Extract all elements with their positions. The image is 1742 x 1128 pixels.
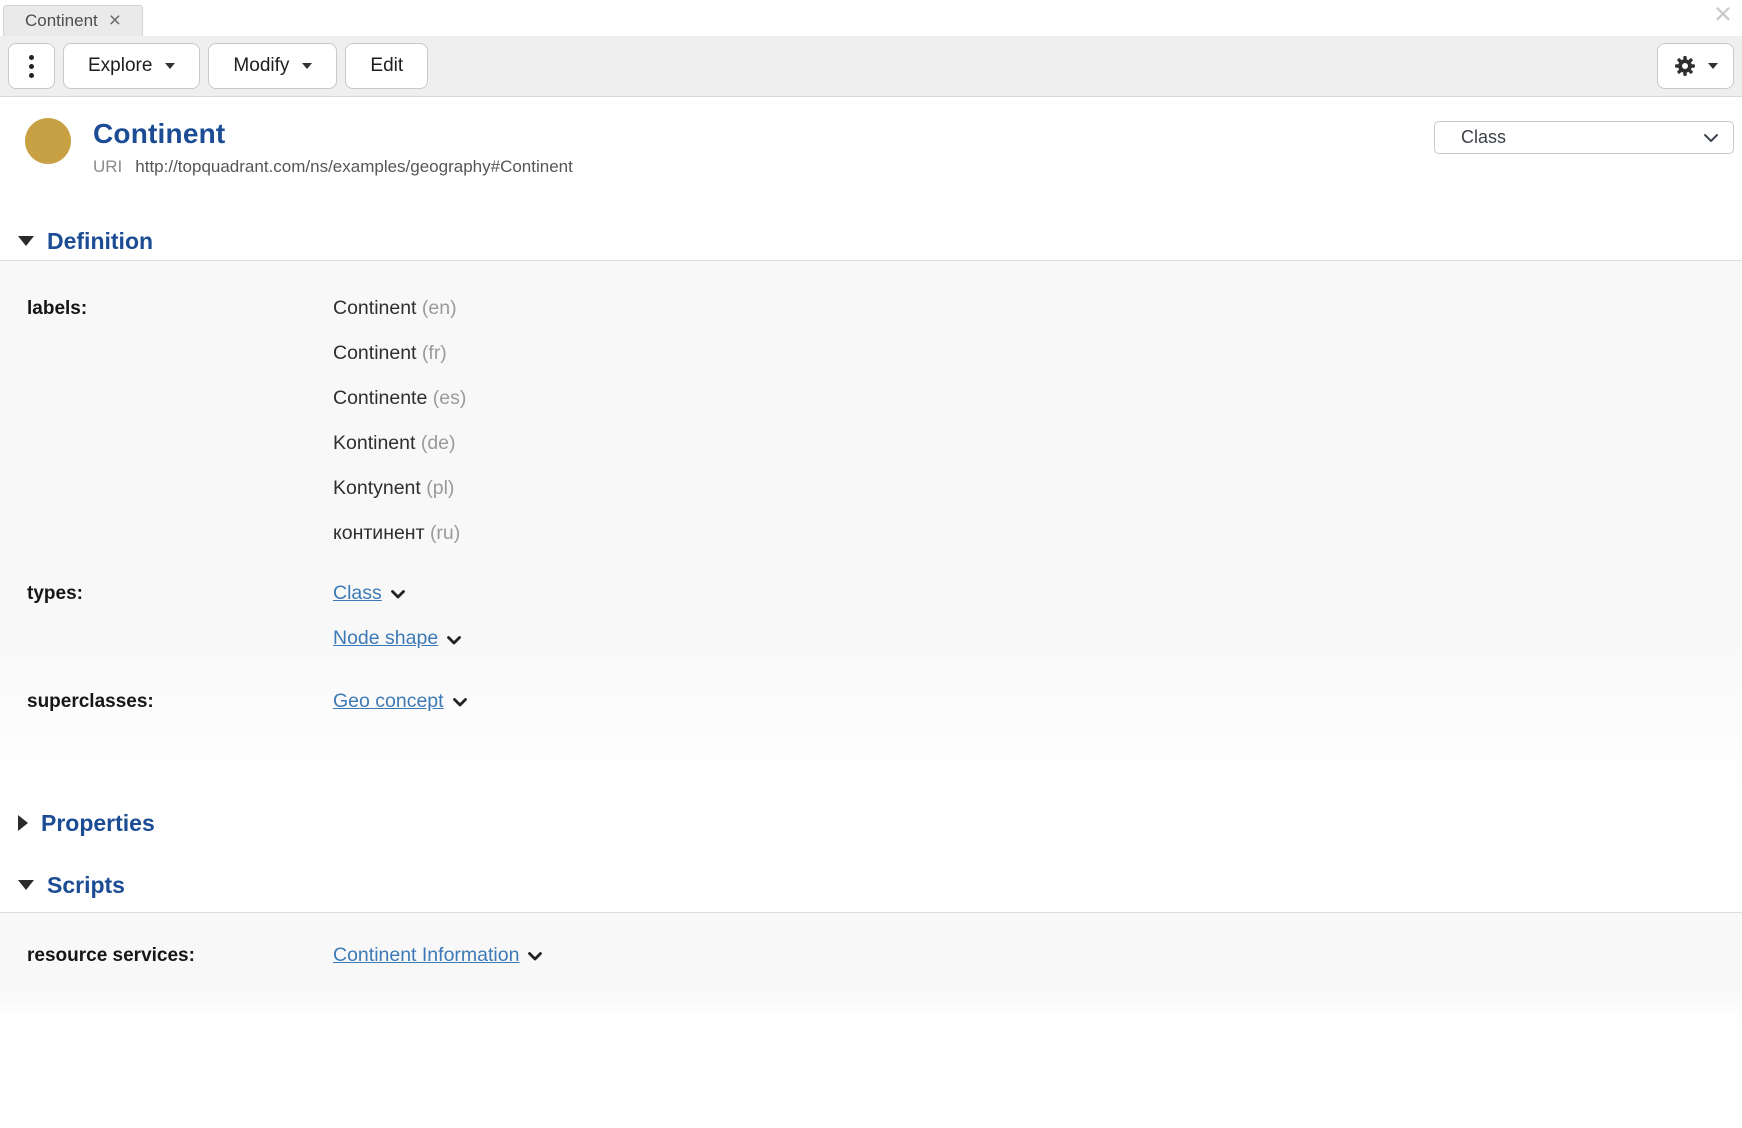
link-continent-information[interactable]: Continent Information <box>333 944 519 966</box>
uri-row: URI http://topquadrant.com/ns/examples/ge… <box>93 157 573 177</box>
page-title: Continent <box>93 118 573 150</box>
caret-down-icon <box>165 63 175 69</box>
section-header-properties[interactable]: Properties <box>0 804 1742 842</box>
chevron-down-icon[interactable] <box>447 617 461 662</box>
tab-close-icon[interactable]: × <box>109 10 121 31</box>
caret-down-icon <box>1708 63 1718 69</box>
field-row-types: types: Class Node shape <box>0 571 1742 662</box>
tab-bar: Continent × × <box>0 0 1742 36</box>
language-tag: (es) <box>433 387 467 409</box>
label-value: континент (ru) <box>333 511 1742 556</box>
explore-button[interactable]: Explore <box>63 43 200 89</box>
language-tag: (fr) <box>422 342 447 364</box>
edit-button[interactable]: Edit <box>345 43 428 89</box>
field-label: types: <box>27 571 333 616</box>
link-class[interactable]: Class <box>333 582 382 604</box>
language-tag: (de) <box>421 432 456 454</box>
kebab-menu-button[interactable] <box>8 43 55 89</box>
triangle-right-icon <box>18 815 28 831</box>
chevron-down-icon[interactable] <box>391 571 405 616</box>
language-tag: (ru) <box>430 522 460 544</box>
section-header-scripts[interactable]: Scripts <box>0 866 1742 904</box>
gear-icon <box>1673 54 1697 78</box>
section-body-scripts: resource services: Continent Information <box>0 912 1742 1022</box>
section-body-definition: labels: Continent (en) Continent (fr) Co… <box>0 260 1742 790</box>
window-close-icon[interactable]: × <box>1714 0 1732 28</box>
chevron-down-icon <box>1703 133 1719 143</box>
section-title-definition: Definition <box>47 228 153 255</box>
uri-value: http://topquadrant.com/ns/examples/geogr… <box>135 157 573 176</box>
resource-type-select[interactable]: Class <box>1434 121 1734 154</box>
language-tag: (en) <box>422 297 457 319</box>
resource-service-value: Continent Information <box>333 933 1742 978</box>
label-value: Kontinent (de) <box>333 421 1742 466</box>
tab-label: Continent <box>25 11 98 31</box>
label-value: Continent (fr) <box>333 331 1742 376</box>
section-title-properties: Properties <box>41 810 155 837</box>
field-label: superclasses: <box>27 679 333 724</box>
link-node-shape[interactable]: Node shape <box>333 627 438 649</box>
triangle-down-icon <box>18 880 34 890</box>
edit-button-label: Edit <box>370 55 403 77</box>
language-tag: (pl) <box>426 477 454 499</box>
toolbar: Explore Modify Edit <box>0 36 1742 97</box>
resource-type-select-value: Class <box>1461 127 1506 148</box>
caret-down-icon <box>302 63 312 69</box>
modify-button-label: Modify <box>233 55 289 77</box>
uri-label: URI <box>93 157 122 176</box>
kebab-icon <box>29 55 34 78</box>
field-row-superclasses: superclasses: Geo concept <box>0 679 1742 724</box>
field-label: labels: <box>27 286 333 331</box>
chevron-down-icon[interactable] <box>453 679 467 724</box>
field-row-resource-services: resource services: Continent Information <box>0 933 1742 978</box>
type-value: Node shape <box>333 616 1742 661</box>
section-title-scripts: Scripts <box>47 872 125 899</box>
label-value: Continente (es) <box>333 376 1742 421</box>
modify-button[interactable]: Modify <box>208 43 337 89</box>
label-value: Continent (en) <box>333 286 1742 331</box>
label-value: Kontynent (pl) <box>333 466 1742 511</box>
field-row-labels: labels: Continent (en) Continent (fr) Co… <box>0 286 1742 556</box>
resource-header: Continent URI http://topquadrant.com/ns/e… <box>0 97 1742 222</box>
resource-avatar <box>25 118 71 164</box>
settings-button[interactable] <box>1657 43 1734 89</box>
chevron-down-icon[interactable] <box>528 933 542 978</box>
tab-continent[interactable]: Continent × <box>3 5 143 36</box>
type-value: Class <box>333 571 1742 616</box>
section-header-definition[interactable]: Definition <box>0 222 1742 260</box>
explore-button-label: Explore <box>88 55 152 77</box>
superclass-value: Geo concept <box>333 679 1742 724</box>
triangle-down-icon <box>18 236 34 246</box>
field-label: resource services: <box>27 933 333 978</box>
link-geo-concept[interactable]: Geo concept <box>333 690 444 712</box>
